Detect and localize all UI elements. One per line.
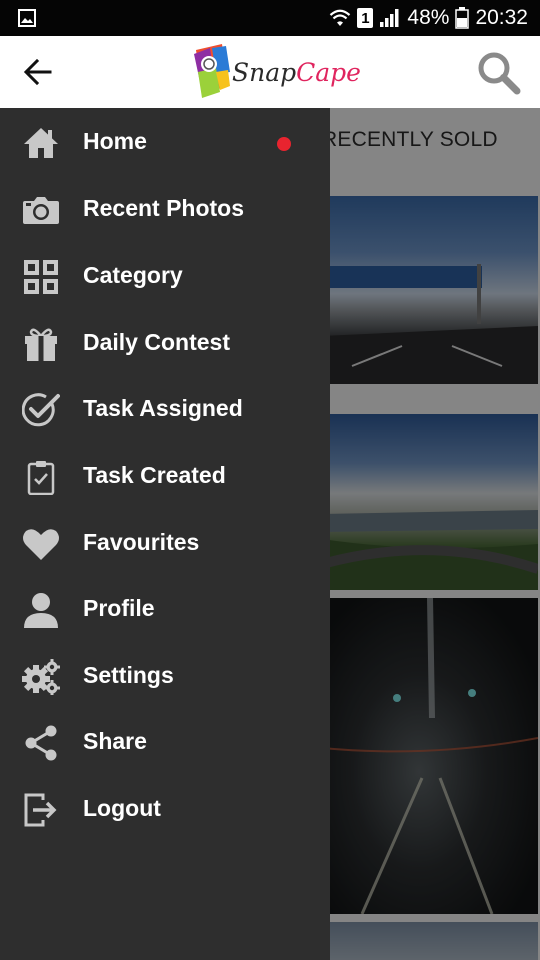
- heart-icon: [22, 526, 60, 562]
- menu-label-logout: Logout: [83, 795, 161, 821]
- menu-label-favourites: Favourites: [83, 529, 200, 555]
- gift-icon: [22, 326, 60, 362]
- menu-label-settings: Settings: [83, 662, 174, 688]
- camera-icon: [22, 192, 60, 228]
- notification-dot: [277, 137, 291, 151]
- sim-indicator: 1: [357, 8, 374, 28]
- menu-label-task-created: Task Created: [83, 462, 226, 488]
- menu-item-recent-photos[interactable]: Recent Photos: [0, 177, 330, 243]
- menu-label-home: Home: [83, 128, 147, 154]
- menu-item-logout[interactable]: Logout: [0, 777, 330, 843]
- home-icon: [22, 125, 60, 161]
- share-icon: [22, 725, 60, 761]
- logo-snap-text: Snap: [232, 58, 297, 87]
- search-icon: [478, 52, 521, 95]
- menu-label-task-assigned: Task Assigned: [83, 395, 243, 421]
- gallery-notification-icon: [18, 9, 36, 27]
- camera-logo-icon: [194, 44, 230, 98]
- navigation-drawer: Home Recent Photos Category Daily Contes…: [0, 108, 330, 960]
- clipboard-check-icon: [22, 459, 60, 495]
- logo-text: SnapCape: [232, 58, 361, 87]
- menu-item-settings[interactable]: Settings: [0, 644, 330, 710]
- search-button[interactable]: [474, 48, 522, 96]
- back-button[interactable]: [16, 50, 60, 94]
- person-icon: [22, 592, 60, 628]
- grid-icon: [22, 259, 60, 295]
- status-bar: 1 48% 20:32: [0, 0, 540, 36]
- menu-item-profile[interactable]: Profile: [0, 577, 330, 643]
- menu-item-task-assigned[interactable]: Task Assigned: [0, 377, 330, 443]
- menu-label-profile: Profile: [83, 595, 155, 621]
- logo-cape-text: Cape: [296, 58, 361, 87]
- menu-item-task-created[interactable]: Task Created: [0, 444, 330, 510]
- battery-percent: 48%: [407, 6, 450, 29]
- menu-label-share: Share: [83, 728, 147, 754]
- battery-icon: [455, 7, 470, 29]
- app-bar: SnapCape: [0, 36, 540, 108]
- menu-label-recent-photos: Recent Photos: [83, 195, 245, 221]
- signal-icon: [380, 9, 399, 27]
- menu-item-favourites[interactable]: Favourites: [0, 511, 330, 577]
- menu-item-category[interactable]: Category: [0, 244, 330, 310]
- menu-label-daily-contest: Daily Contest: [83, 329, 230, 355]
- menu-item-home[interactable]: Home: [0, 110, 330, 176]
- gears-icon: [22, 659, 60, 695]
- app-logo: SnapCape: [192, 42, 362, 102]
- menu-item-share[interactable]: Share: [0, 710, 330, 776]
- menu-label-category: Category: [83, 262, 183, 288]
- wifi-icon: [330, 9, 351, 26]
- logout-icon: [22, 792, 60, 828]
- clock: 20:32: [475, 6, 528, 29]
- check-circle-icon: [22, 392, 60, 428]
- menu-item-daily-contest[interactable]: Daily Contest: [0, 311, 330, 377]
- arrow-left-icon: [23, 58, 52, 86]
